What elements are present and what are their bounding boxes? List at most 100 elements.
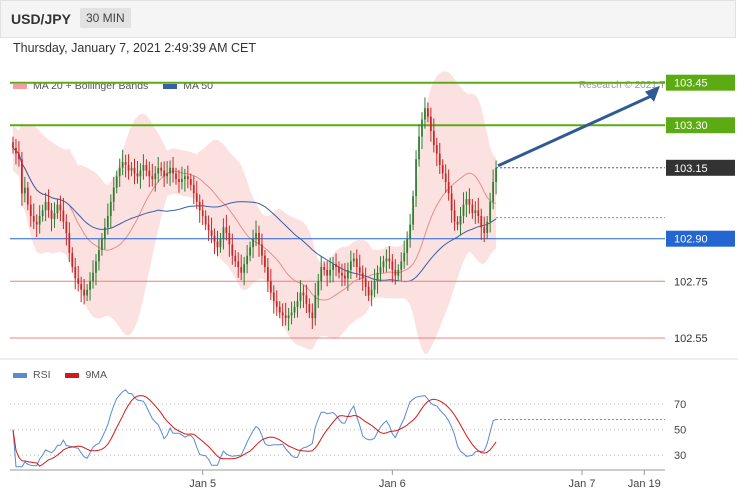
candle-body bbox=[293, 306, 296, 313]
candle-body bbox=[432, 130, 435, 146]
candle-body bbox=[80, 284, 83, 290]
candle-body bbox=[213, 235, 216, 242]
candle-body bbox=[121, 162, 124, 168]
rsi-tick-30: 30 bbox=[674, 450, 686, 462]
candle-body bbox=[474, 210, 477, 214]
candle-body bbox=[266, 267, 269, 282]
candle-body bbox=[255, 233, 257, 239]
candle-body bbox=[347, 269, 349, 279]
candle-body bbox=[447, 181, 450, 194]
candle-body bbox=[349, 261, 352, 270]
candle-body bbox=[145, 164, 148, 171]
candle-body bbox=[130, 167, 133, 171]
candle-body bbox=[361, 272, 364, 279]
candle-body bbox=[418, 136, 420, 160]
candle-body bbox=[284, 315, 287, 319]
candle-body bbox=[311, 312, 314, 319]
level-label-4: 102.75 bbox=[674, 276, 708, 288]
candle-body bbox=[367, 286, 370, 296]
x-tick-label-2: Jan 7 bbox=[569, 478, 596, 490]
candle-body bbox=[335, 264, 337, 268]
candle-body bbox=[178, 179, 180, 182]
candle-body bbox=[287, 315, 290, 319]
candle-body bbox=[12, 142, 14, 148]
candle-body bbox=[192, 184, 195, 194]
candle-body bbox=[394, 269, 397, 276]
candle-body bbox=[409, 224, 412, 239]
candle-body bbox=[355, 258, 358, 268]
candle-body bbox=[258, 233, 260, 245]
candle-body bbox=[225, 227, 228, 234]
candle-body bbox=[480, 216, 483, 228]
bollinger-band-area bbox=[13, 71, 497, 355]
candle-body bbox=[86, 289, 88, 296]
candle-body bbox=[429, 116, 432, 131]
candle-body bbox=[317, 281, 320, 296]
candle-body bbox=[112, 187, 115, 202]
candle-body bbox=[275, 301, 278, 307]
candle-body bbox=[296, 301, 299, 307]
candle-body bbox=[299, 292, 302, 302]
rsi-tick-50: 50 bbox=[674, 425, 686, 437]
candle-body bbox=[98, 250, 100, 262]
candle-body bbox=[151, 176, 154, 180]
candle-body bbox=[272, 292, 275, 302]
candle-body bbox=[489, 201, 492, 222]
candle-body bbox=[186, 176, 189, 180]
candle-body bbox=[240, 267, 243, 273]
candle-body bbox=[486, 221, 489, 234]
candle-body bbox=[412, 196, 414, 225]
candle-body bbox=[483, 227, 486, 234]
level-label-2: 103.15 bbox=[674, 163, 708, 175]
candle-body bbox=[403, 252, 406, 262]
x-tick-label-1: Jan 6 bbox=[379, 478, 406, 490]
candle-body bbox=[465, 198, 468, 205]
price-chart: 103.45 103.30 103.15 102.90 102.75 102.55 70 5… bbox=[0, 71, 738, 490]
candle-body bbox=[352, 258, 355, 262]
x-axis: Jan 5 Jan 6 Jan 7 Jan 19 bbox=[189, 470, 661, 490]
candle-body bbox=[160, 167, 163, 171]
candle-body bbox=[421, 119, 423, 137]
candle-body bbox=[92, 272, 94, 282]
candle-body bbox=[172, 167, 174, 174]
candle-body bbox=[373, 281, 376, 290]
candle-body bbox=[59, 204, 62, 211]
candle-body bbox=[41, 210, 44, 217]
candle-body bbox=[424, 108, 426, 120]
candle-body bbox=[290, 312, 293, 316]
candle-body bbox=[376, 272, 379, 282]
candle-body bbox=[109, 201, 112, 217]
candle-body bbox=[358, 267, 361, 273]
candle-body bbox=[492, 181, 494, 202]
candle-body bbox=[456, 221, 459, 225]
candle-body bbox=[23, 187, 26, 194]
candle-body bbox=[181, 179, 183, 182]
candle-body bbox=[15, 147, 17, 154]
candle-body bbox=[133, 167, 136, 174]
candle-body bbox=[127, 164, 130, 171]
candle-body bbox=[329, 269, 331, 276]
candle-body bbox=[305, 295, 308, 304]
candle-body bbox=[35, 221, 38, 225]
candle-body bbox=[495, 167, 497, 182]
candle-body bbox=[95, 261, 97, 273]
rsi-tick-70: 70 bbox=[674, 399, 686, 411]
candle-body bbox=[195, 193, 198, 202]
candle-body bbox=[326, 269, 329, 276]
candle-body bbox=[115, 176, 118, 188]
candle-body bbox=[415, 159, 417, 197]
candle-body bbox=[189, 179, 192, 185]
candle-body bbox=[29, 204, 32, 217]
candle-body bbox=[103, 227, 106, 239]
candle-body bbox=[462, 204, 465, 217]
candle-body bbox=[379, 267, 382, 273]
candle-body bbox=[388, 258, 391, 262]
candle-body bbox=[18, 153, 20, 160]
candle-body bbox=[344, 275, 346, 279]
candle-body bbox=[163, 170, 166, 177]
candle-body bbox=[269, 281, 272, 293]
bollinger-bands bbox=[13, 71, 497, 355]
candle-body bbox=[400, 261, 403, 270]
candle-body bbox=[234, 255, 237, 262]
candle-body bbox=[38, 216, 41, 225]
